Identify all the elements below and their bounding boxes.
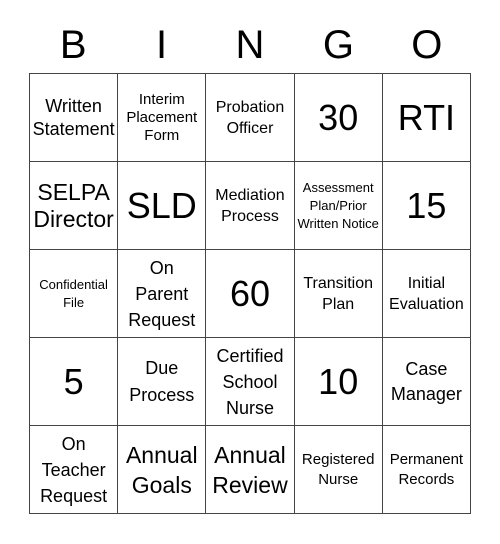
bingo-cell[interactable]: 60 [206,250,295,338]
cell-text: On Teacher Request [40,433,108,506]
cell-text: Registered Nurse [301,450,375,488]
cell-text: 5 [63,360,84,402]
bingo-cell[interactable]: Assessment Plan/Prior Written Notice [294,162,383,250]
cell-text: Probation Officer [215,98,285,137]
cell-text: Permanent Records [389,450,464,488]
bingo-cell[interactable]: Confidential File [30,250,119,338]
bingo-cell[interactable]: Mediation Process [206,162,295,250]
cell-text: Certified School Nurse [216,345,284,418]
bingo-cell[interactable]: Annual Review [206,426,295,514]
bingo-board: Written Statement Interim Placement Form… [29,73,471,514]
bingo-cell[interactable]: Interim Placement Form [118,74,207,162]
bingo-cell[interactable]: Annual Goals [118,426,207,514]
header-letter-n: N [235,23,265,67]
cell-text: On Parent Request [128,257,196,330]
header-letter-o: O [411,23,443,67]
cell-text: 10 [318,360,359,402]
cell-text: Initial Evaluation [389,274,464,313]
header-letter-i: I [156,23,168,67]
bingo-cell[interactable]: SLD [118,162,207,250]
cell-text: Annual Review [212,441,288,498]
bingo-cell[interactable]: Certified School Nurse [206,338,295,426]
bingo-cell[interactable]: On Parent Request [118,250,207,338]
cell-text: Due Process [129,357,195,405]
bingo-cell[interactable]: Permanent Records [382,426,471,514]
bingo-cell[interactable]: 10 [294,338,383,426]
cell-text: Assessment Plan/Prior Written Notice [297,179,379,231]
bingo-cell[interactable]: Initial Evaluation [382,250,471,338]
cell-text: Interim Placement Form [126,90,198,144]
cell-text: RTI [397,96,456,138]
cell-text: Written Statement [32,95,115,139]
bingo-cell[interactable]: Transition Plan [294,250,383,338]
cell-text: Case Manager [390,358,462,404]
bingo-header: B I N G O [29,18,471,73]
cell-text: 60 [229,272,271,314]
cell-text: Confidential File [39,276,108,310]
bingo-cell[interactable]: Written Statement [30,74,119,162]
bingo-cell[interactable]: 15 [382,162,471,250]
cell-text: Annual Goals [125,441,198,498]
cell-text: SELPA Director [33,178,114,232]
cell-text: Transition Plan [303,274,374,313]
bingo-cell[interactable]: SELPA Director [30,162,119,250]
bingo-cell[interactable]: 5 [30,338,119,426]
bingo-cell[interactable]: On Teacher Request [30,426,119,514]
bingo-cell[interactable]: Probation Officer [206,74,295,162]
header-letter-b: B [59,23,87,67]
bingo-cell[interactable]: 30 [294,74,383,162]
cell-text: SLD [126,184,197,226]
header-letter-g: G [322,23,354,67]
cell-text: 15 [406,184,447,226]
cell-text: 30 [318,96,359,138]
bingo-cell[interactable]: Case Manager [382,338,471,426]
bingo-cell[interactable]: RTI [382,74,471,162]
bingo-cell[interactable]: Due Process [118,338,207,426]
cell-text: Mediation Process [215,186,285,225]
bingo-cell[interactable]: Registered Nurse [294,426,383,514]
